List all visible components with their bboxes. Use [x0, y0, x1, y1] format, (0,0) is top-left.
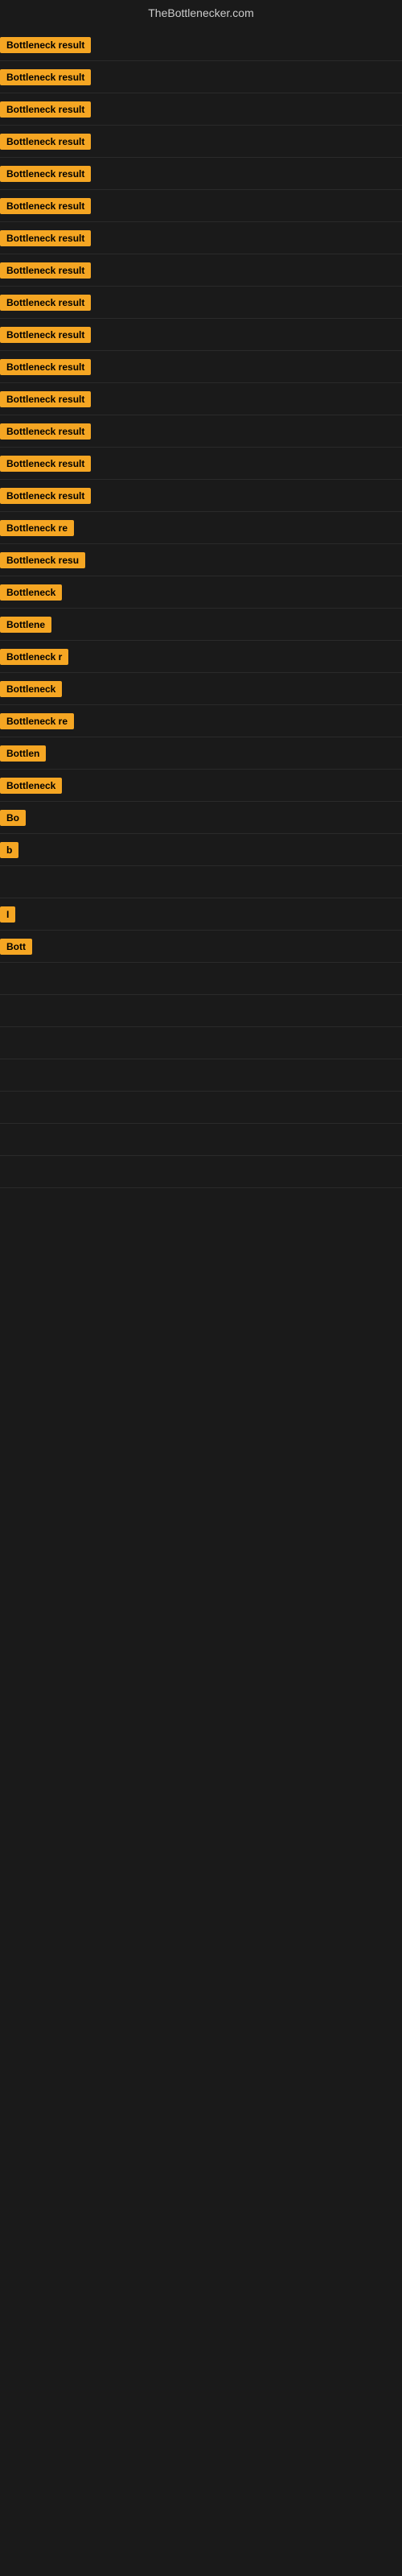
list-item: [0, 866, 402, 898]
bottleneck-bar: Bottleneck result: [0, 222, 91, 254]
bottleneck-bar: Bottleneck result: [0, 480, 91, 511]
list-item: [0, 1156, 402, 1188]
list-item: Bottleneck result: [0, 319, 402, 351]
bottleneck-result-label: Bottleneck result: [0, 37, 91, 53]
bottleneck-result-label: Bottlene: [0, 617, 51, 633]
list-item: Bottleneck re: [0, 512, 402, 544]
bottleneck-bar: Bottleneck result: [0, 319, 91, 350]
bottleneck-result-label: Bottleneck: [0, 778, 62, 794]
list-item: Bottleneck result: [0, 287, 402, 319]
chart-container: Bottleneck result Bottleneck result Bottle…: [0, 29, 402, 1188]
bottleneck-bar: Bottleneck: [0, 770, 62, 801]
list-item: Bottleneck result: [0, 480, 402, 512]
bottleneck-bar: Bottleneck result: [0, 29, 91, 60]
bottleneck-result-label: Bottleneck result: [0, 198, 91, 214]
bottleneck-bar: Bottleneck result: [0, 448, 91, 479]
list-item: [0, 995, 402, 1027]
bottleneck-bar: Bottleneck result: [0, 351, 91, 382]
bottleneck-bar: Bottleneck re: [0, 512, 74, 543]
bottleneck-bar: Bottlene: [0, 609, 51, 640]
bottleneck-bar: Bottleneck re: [0, 705, 74, 737]
bottleneck-result-label: Bottleneck result: [0, 423, 91, 440]
bottleneck-bar: Bottleneck r: [0, 641, 68, 672]
list-item: Bottleneck result: [0, 93, 402, 126]
list-item: Bottleneck result: [0, 61, 402, 93]
bottleneck-result-label: Bottleneck resu: [0, 552, 85, 568]
bottleneck-result-label: Bottleneck result: [0, 391, 91, 407]
list-item: Bottleneck re: [0, 705, 402, 737]
bottleneck-bar: Bo: [0, 802, 26, 833]
list-item: Bottleneck resu: [0, 544, 402, 576]
list-item: Bottleneck result: [0, 126, 402, 158]
list-item: Bottleneck result: [0, 222, 402, 254]
bottleneck-bar: Bott: [0, 931, 32, 962]
bottleneck-result-label: I: [0, 906, 15, 923]
bottleneck-result-label: Bottleneck result: [0, 488, 91, 504]
bottleneck-bar: Bottleneck result: [0, 383, 91, 415]
bottleneck-bar: Bottleneck result: [0, 415, 91, 447]
bottleneck-bar: Bottleneck: [0, 673, 62, 704]
bottleneck-bar: b: [0, 834, 18, 865]
list-item: Bott: [0, 931, 402, 963]
list-item: Bottleneck: [0, 576, 402, 609]
list-item: Bottleneck result: [0, 158, 402, 190]
bottleneck-result-label: Bottleneck: [0, 584, 62, 601]
bottleneck-result-label: Bott: [0, 939, 32, 955]
bottleneck-result-label: Bottleneck result: [0, 101, 91, 118]
bottleneck-bar: Bottleneck result: [0, 254, 91, 286]
list-item: Bottleneck: [0, 673, 402, 705]
bottleneck-result-label: Bottleneck result: [0, 262, 91, 279]
list-item: [0, 1092, 402, 1124]
bottleneck-bar: Bottleneck result: [0, 93, 91, 125]
bottleneck-bar: Bottleneck result: [0, 61, 91, 93]
list-item: [0, 1124, 402, 1156]
bottleneck-bar: Bottlen: [0, 737, 46, 769]
list-item: Bottleneck result: [0, 415, 402, 448]
list-item: Bottlen: [0, 737, 402, 770]
bottleneck-result-label: Bottleneck result: [0, 295, 91, 311]
bottleneck-bar: Bottleneck resu: [0, 544, 85, 576]
list-item: Bottleneck r: [0, 641, 402, 673]
list-item: [0, 1059, 402, 1092]
bottleneck-result-label: b: [0, 842, 18, 858]
bottleneck-bar: Bottleneck: [0, 576, 62, 608]
list-item: Bottleneck result: [0, 190, 402, 222]
list-item: Bottleneck result: [0, 254, 402, 287]
bottleneck-result-label: Bottleneck: [0, 681, 62, 697]
list-item: [0, 963, 402, 995]
bottleneck-result-label: Bottleneck re: [0, 520, 74, 536]
bottleneck-result-label: Bottleneck result: [0, 166, 91, 182]
list-item: Bottleneck result: [0, 383, 402, 415]
list-item: Bottlene: [0, 609, 402, 641]
bottleneck-result-label: Bottleneck result: [0, 359, 91, 375]
list-item: Bottleneck result: [0, 29, 402, 61]
list-item: I: [0, 898, 402, 931]
bottleneck-bar: Bottleneck result: [0, 190, 91, 221]
bottleneck-result-label: Bottleneck re: [0, 713, 74, 729]
list-item: b: [0, 834, 402, 866]
bottleneck-result-label: Bottleneck result: [0, 134, 91, 150]
bottleneck-result-label: Bottleneck result: [0, 69, 91, 85]
list-item: Bottleneck result: [0, 448, 402, 480]
list-item: Bo: [0, 802, 402, 834]
bottleneck-result-label: Bottleneck result: [0, 327, 91, 343]
header: TheBottlenecker.com: [0, 0, 402, 29]
bottleneck-bar: Bottleneck result: [0, 126, 91, 157]
site-title: TheBottlenecker.com: [0, 0, 402, 29]
bottleneck-result-label: Bottleneck result: [0, 230, 91, 246]
bottleneck-bar: I: [0, 898, 15, 930]
list-item: Bottleneck: [0, 770, 402, 802]
bottleneck-result-label: Bottleneck result: [0, 456, 91, 472]
list-item: Bottleneck result: [0, 351, 402, 383]
bottleneck-result-label: Bo: [0, 810, 26, 826]
bottleneck-bar: Bottleneck result: [0, 287, 91, 318]
bottleneck-bar: Bottleneck result: [0, 158, 91, 189]
bottleneck-result-label: Bottleneck r: [0, 649, 68, 665]
bottleneck-result-label: Bottlen: [0, 745, 46, 762]
list-item: [0, 1027, 402, 1059]
